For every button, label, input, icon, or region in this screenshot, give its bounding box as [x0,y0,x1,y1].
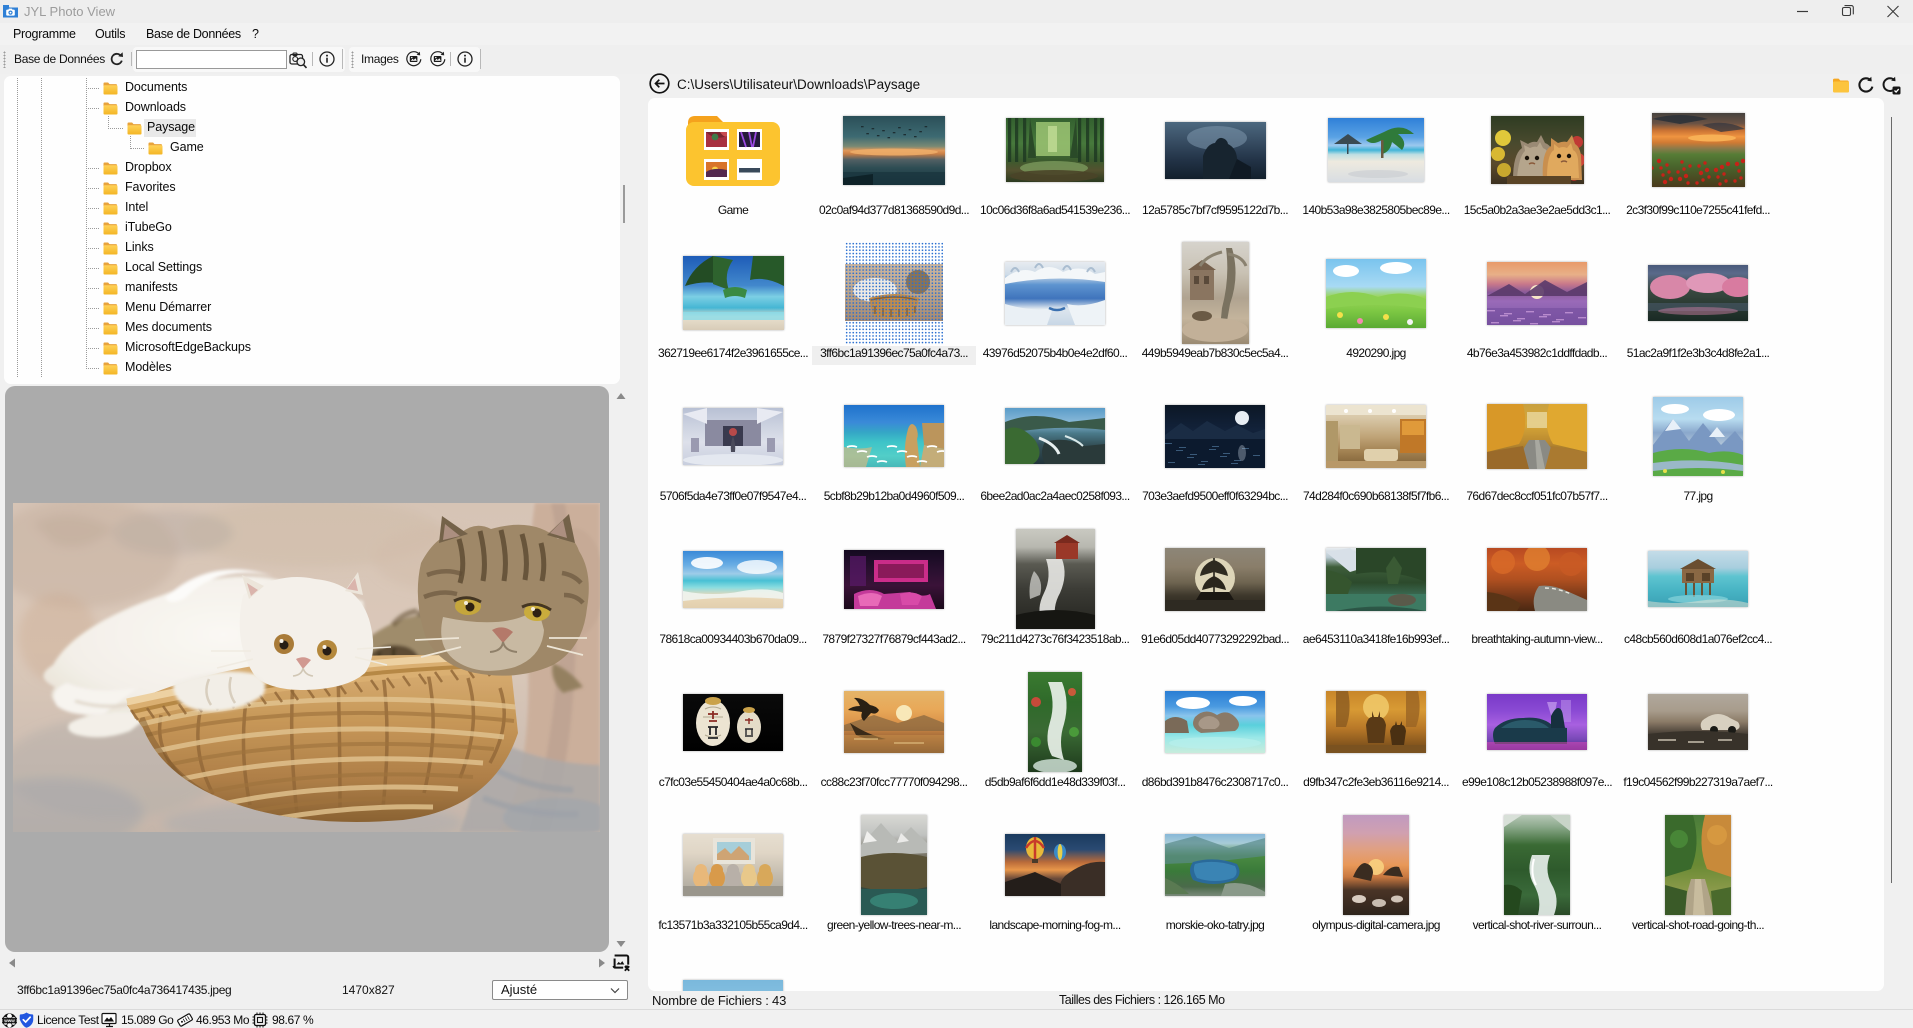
svg-text:www: www [3,1018,15,1023]
